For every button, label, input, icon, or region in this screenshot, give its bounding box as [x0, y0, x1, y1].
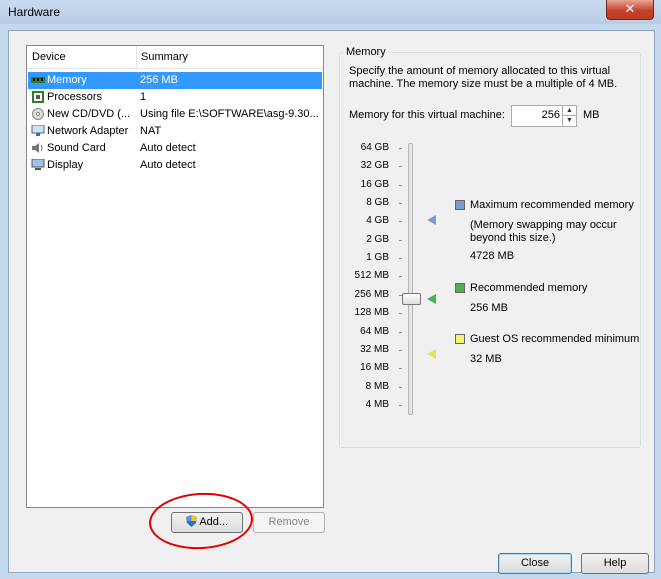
network-adapter-icon	[31, 125, 45, 136]
device-summary: Auto detect	[140, 159, 196, 171]
memory-scale-label: 32 GB	[360, 160, 389, 172]
help-button[interactable]: Help	[581, 553, 649, 574]
memory-scale-label: 32 MB	[360, 343, 389, 355]
memory-scale-label: 2 GB	[366, 233, 389, 245]
memory-scale-label: 512 MB	[354, 270, 389, 282]
memory-spinner[interactable]: 256 ▲ ▼	[511, 105, 577, 127]
processor-icon	[32, 91, 44, 103]
device-list-header: Device Summary	[27, 46, 323, 69]
memory-slider-track[interactable]	[408, 143, 413, 415]
memory-scale-label: 16 MB	[360, 362, 389, 374]
device-summary: NAT	[140, 125, 162, 137]
device-summary: 256 MB	[140, 74, 178, 86]
device-name: Network Adapter	[47, 125, 129, 137]
memory-scale-label: 64 MB	[360, 325, 389, 337]
sound-card-icon	[32, 143, 43, 153]
device-name: Processors	[47, 91, 103, 103]
remove-button[interactable]: Remove	[253, 512, 325, 533]
device-name: Display	[47, 159, 84, 171]
memory-scale-tick	[399, 349, 402, 351]
memory-scale-label: 256 MB	[354, 288, 389, 300]
dialog-body: Device Summary Memory 256 MB Processors …	[8, 30, 655, 574]
max-recommended-note: (Memory swapping may occur beyond this s…	[470, 219, 617, 244]
title-bar: Hardware ✕	[0, 0, 661, 24]
guest-min-marker-icon	[427, 349, 436, 359]
device-summary: Auto detect	[140, 142, 196, 154]
guest-min-label: Guest OS recommended minimum	[470, 333, 640, 345]
memory-scale-tick	[399, 166, 402, 168]
close-button[interactable]: Close	[498, 553, 572, 574]
memory-scale-tick	[399, 331, 402, 333]
memory-field-label: Memory for this virtual machine:	[349, 109, 505, 121]
max-recommended-swatch	[455, 200, 465, 210]
memory-scale-label: 128 MB	[354, 307, 389, 319]
device-row-sound-card[interactable]: Sound Card Auto detect	[28, 140, 322, 157]
device-list[interactable]: Device Summary Memory 256 MB Processors …	[26, 45, 324, 508]
max-recommended-marker-icon	[427, 215, 436, 225]
memory-scale-tick	[399, 184, 402, 186]
guest-min-value: 32 MB	[470, 353, 502, 365]
device-name: Memory	[47, 74, 87, 86]
memory-unit: MB	[583, 109, 600, 121]
device-column-header[interactable]: Device	[32, 51, 66, 63]
memory-slider-thumb[interactable]	[402, 293, 421, 305]
memory-scale-tick	[399, 221, 402, 223]
display-icon	[31, 159, 45, 170]
memory-scale-label: 64 GB	[360, 142, 389, 153]
memory-scale-tick	[399, 386, 402, 388]
memory-scale-tick	[399, 203, 402, 205]
recommended-label: Recommended memory	[470, 282, 588, 294]
memory-group-label: Memory	[343, 46, 389, 58]
memory-scale-label: 1 GB	[366, 252, 389, 264]
max-recommended-label: Maximum recommended memory	[470, 199, 634, 211]
device-row-processors[interactable]: Processors 1	[28, 89, 322, 106]
recommended-marker-icon	[427, 294, 436, 304]
memory-scale-label: 8 GB	[366, 197, 389, 209]
device-summary: 1	[140, 91, 147, 103]
device-row-cd-dvd[interactable]: New CD/DVD (... Using file E:\SOFTWARE\a…	[28, 106, 322, 123]
device-row-network-adapter[interactable]: Network Adapter NAT	[28, 123, 322, 140]
window-title: Hardware	[8, 5, 61, 19]
memory-scale-tick	[399, 258, 402, 260]
memory-scale-tick	[399, 239, 402, 241]
max-recommended-value: 4728 MB	[470, 250, 515, 262]
memory-scale-tick	[399, 276, 402, 278]
memory-scale-label: 16 GB	[360, 178, 389, 190]
device-row-display[interactable]: Display Auto detect	[28, 157, 322, 174]
cd-dvd-icon	[32, 108, 44, 120]
recommended-value: 256 MB	[470, 302, 508, 314]
spin-down-icon[interactable]: ▼	[563, 116, 576, 125]
memory-scale-tick	[399, 313, 402, 315]
memory-scale-tick	[399, 148, 402, 149]
memory-scale-label: 8 MB	[365, 380, 389, 392]
summary-column-header[interactable]: Summary	[141, 51, 188, 63]
device-summary: Using file E:\SOFTWARE\asg-9.30...	[140, 108, 319, 120]
memory-scale-tick	[399, 368, 402, 370]
device-row-memory[interactable]: Memory 256 MB	[28, 72, 322, 89]
memory-value[interactable]: 256	[542, 109, 560, 121]
memory-scale-label: 4 GB	[366, 215, 389, 227]
guest-min-swatch	[455, 334, 465, 344]
memory-scale-label: 4 MB	[365, 398, 389, 410]
device-name: Sound Card	[47, 142, 106, 154]
memory-icon	[31, 77, 45, 83]
memory-scale-tick	[399, 404, 402, 406]
recommended-swatch	[455, 283, 465, 293]
device-name: New CD/DVD (...	[47, 108, 131, 120]
memory-description: Specify the amount of memory allocated t…	[349, 65, 618, 90]
spin-up-icon[interactable]: ▲	[563, 106, 576, 116]
window-close-button[interactable]: ✕	[606, 0, 654, 20]
